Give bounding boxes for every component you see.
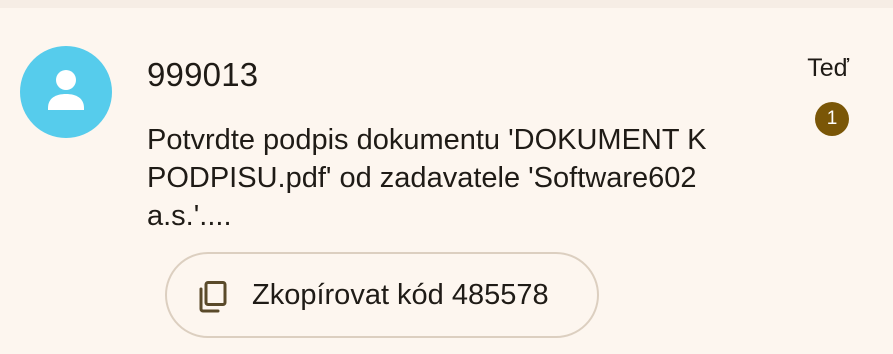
- sender-name: 999013: [147, 56, 259, 93]
- message-preview: Potvrdte podpis dokumentu 'DOKUMENT K PO…: [147, 124, 707, 232]
- unread-badge: 1: [815, 102, 849, 136]
- copy-code-label: Zkopírovat kód 485578: [252, 279, 549, 311]
- top-divider: [0, 0, 893, 8]
- avatar[interactable]: [20, 46, 112, 138]
- copy-code-button[interactable]: Zkopírovat kód 485578: [165, 252, 599, 338]
- person-icon: [48, 70, 84, 110]
- copy-icon: [199, 281, 227, 313]
- message-time: Teď: [807, 54, 849, 82]
- message-list-item[interactable]: 999013 Teď 1 Potvrdte podpis dokumentu '…: [0, 8, 893, 354]
